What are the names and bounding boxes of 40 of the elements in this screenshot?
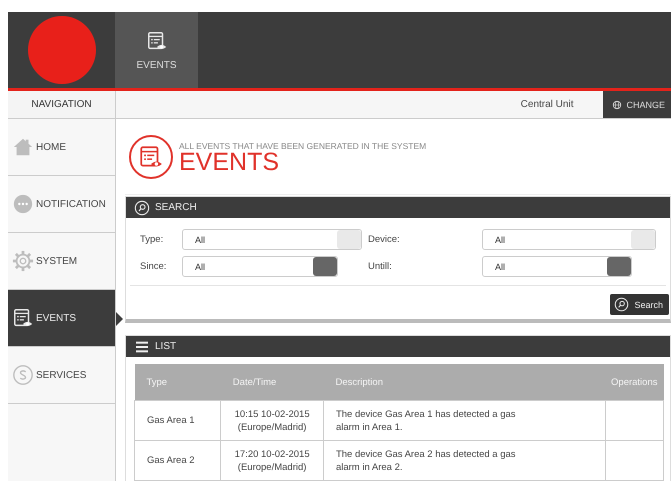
globe-icon (612, 100, 622, 110)
list-eye-icon (12, 307, 34, 329)
table-cell: The device Gas Area 2 has detected a gas alarm in Area 2. (323, 440, 606, 480)
field-label: Type: (140, 234, 164, 245)
events-badge-icon (129, 134, 173, 178)
field-label: Untill: (368, 261, 393, 272)
table-cell: 10:15 10-02-2015 (Europe/Madrid) (220, 400, 324, 440)
panel-title: LIST (155, 341, 176, 352)
dropdown-field[interactable]: All (182, 229, 362, 250)
pointer-arrow (116, 312, 123, 326)
column-header: Type (134, 364, 221, 400)
list-eye-icon (146, 30, 168, 52)
column-header: Description (323, 364, 606, 400)
column-header: Operations (605, 364, 664, 400)
events-tab[interactable]: EVENTS (115, 12, 198, 88)
dropdown-field[interactable]: All (482, 229, 656, 250)
field-label: Device: (368, 234, 401, 245)
page-subtitle: ALL EVENTS THAT HAVE BEEN GENERATED IN THE SYSTEM (179, 140, 426, 150)
nav-item[interactable]: EVENTS (8, 290, 115, 347)
field-label: Since: (140, 261, 168, 272)
table-cell: Gas Area 2 (134, 440, 221, 480)
navigation-heading: NAVIGATION (8, 91, 116, 118)
unit-name: Central Unit (520, 99, 574, 110)
date-field[interactable]: All (482, 256, 632, 277)
dollar-coin-icon (12, 364, 34, 386)
search-button[interactable]: Search (610, 294, 669, 315)
house-icon (12, 136, 34, 158)
table-cell: 17:20 10-02-2015 (Europe/Madrid) (220, 440, 324, 480)
panel-title: SEARCH (155, 202, 197, 213)
menu-icon (134, 338, 150, 354)
page-title: EVENTS (179, 150, 280, 172)
search-icon (614, 297, 630, 312)
column-header: Date/Time (220, 364, 324, 400)
gear-icon (12, 250, 34, 272)
table-cell: Gas Area 1 (134, 400, 221, 440)
search-icon (134, 200, 150, 216)
speech-bubble-icon (12, 193, 34, 215)
date-field[interactable]: All (182, 256, 338, 277)
change-button[interactable]: CHANGE (603, 91, 671, 118)
table-cell: The device Gas Area 1 has detected a gas alarm in Area 1. (323, 400, 606, 440)
